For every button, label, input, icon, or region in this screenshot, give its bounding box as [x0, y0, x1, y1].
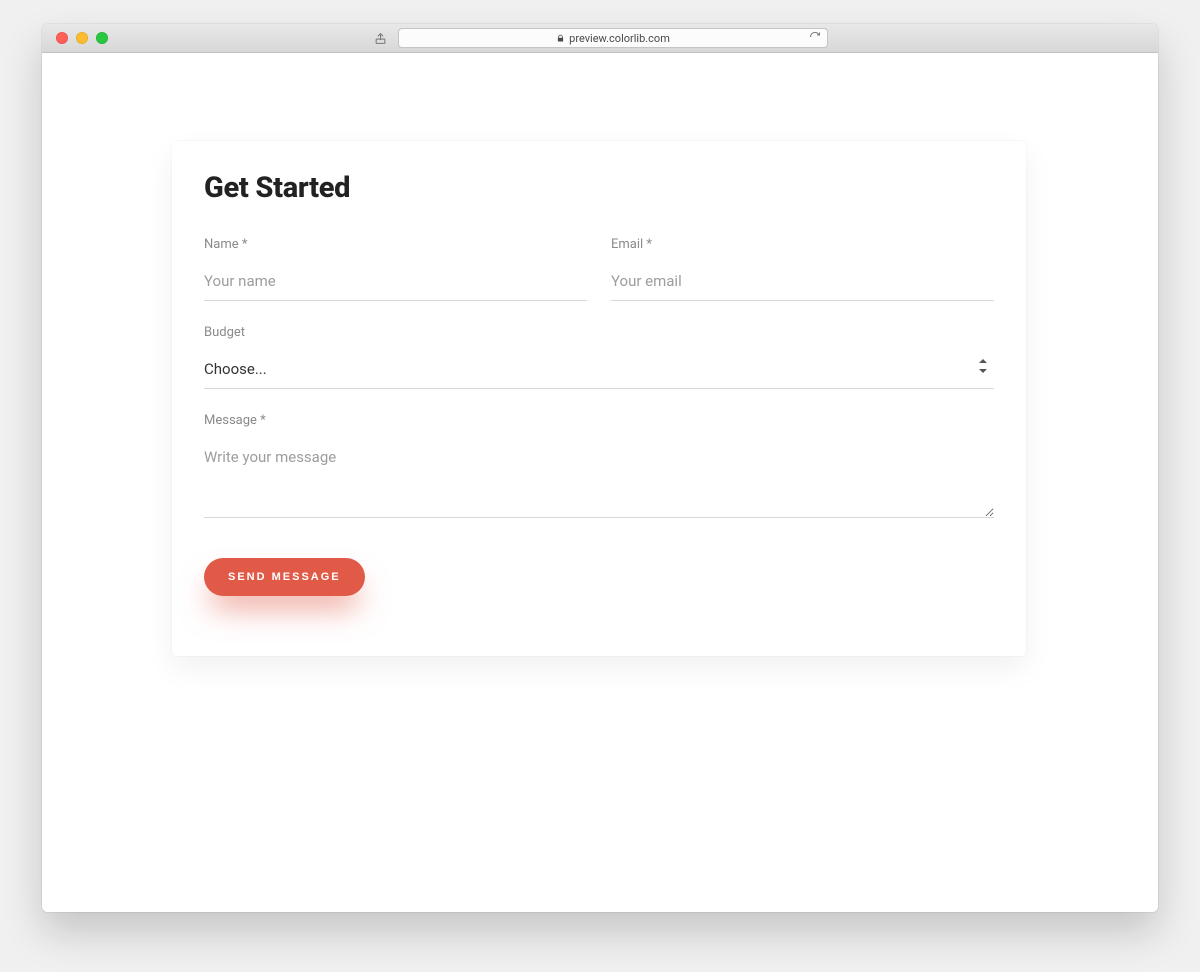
message-textarea[interactable] — [204, 442, 994, 518]
field-name: Name * — [204, 237, 587, 301]
field-budget: Budget Choose... — [204, 325, 994, 389]
share-icon[interactable] — [372, 30, 388, 46]
refresh-icon[interactable] — [809, 31, 821, 46]
budget-select[interactable]: Choose... — [204, 354, 994, 389]
minimize-window-button[interactable] — [76, 32, 88, 44]
fullscreen-window-button[interactable] — [96, 32, 108, 44]
lock-icon — [556, 34, 565, 43]
window-controls — [56, 32, 108, 44]
email-label: Email * — [611, 237, 994, 252]
name-input[interactable] — [204, 266, 587, 301]
form-title: Get Started — [204, 171, 994, 205]
close-window-button[interactable] — [56, 32, 68, 44]
field-message: Message * — [204, 413, 994, 522]
page-viewport: Get Started Name * Email * Budget Choose… — [42, 53, 1158, 912]
name-label: Name * — [204, 237, 587, 252]
row-message: Message * — [204, 413, 994, 522]
url-host-text: preview.colorlib.com — [569, 32, 670, 45]
browser-window: preview.colorlib.com + Get Started Name … — [42, 24, 1158, 912]
row-budget: Budget Choose... — [204, 325, 994, 389]
title-bar: preview.colorlib.com — [42, 24, 1158, 53]
message-label: Message * — [204, 413, 994, 428]
field-email: Email * — [611, 237, 994, 301]
contact-form-card: Get Started Name * Email * Budget Choose… — [172, 141, 1026, 656]
email-input[interactable] — [611, 266, 994, 301]
address-bar[interactable]: preview.colorlib.com — [398, 28, 828, 48]
budget-label: Budget — [204, 325, 994, 340]
toolbar-center: preview.colorlib.com — [372, 28, 828, 48]
send-message-button[interactable]: SEND MESSAGE — [204, 558, 365, 596]
row-name-email: Name * Email * — [204, 237, 994, 301]
